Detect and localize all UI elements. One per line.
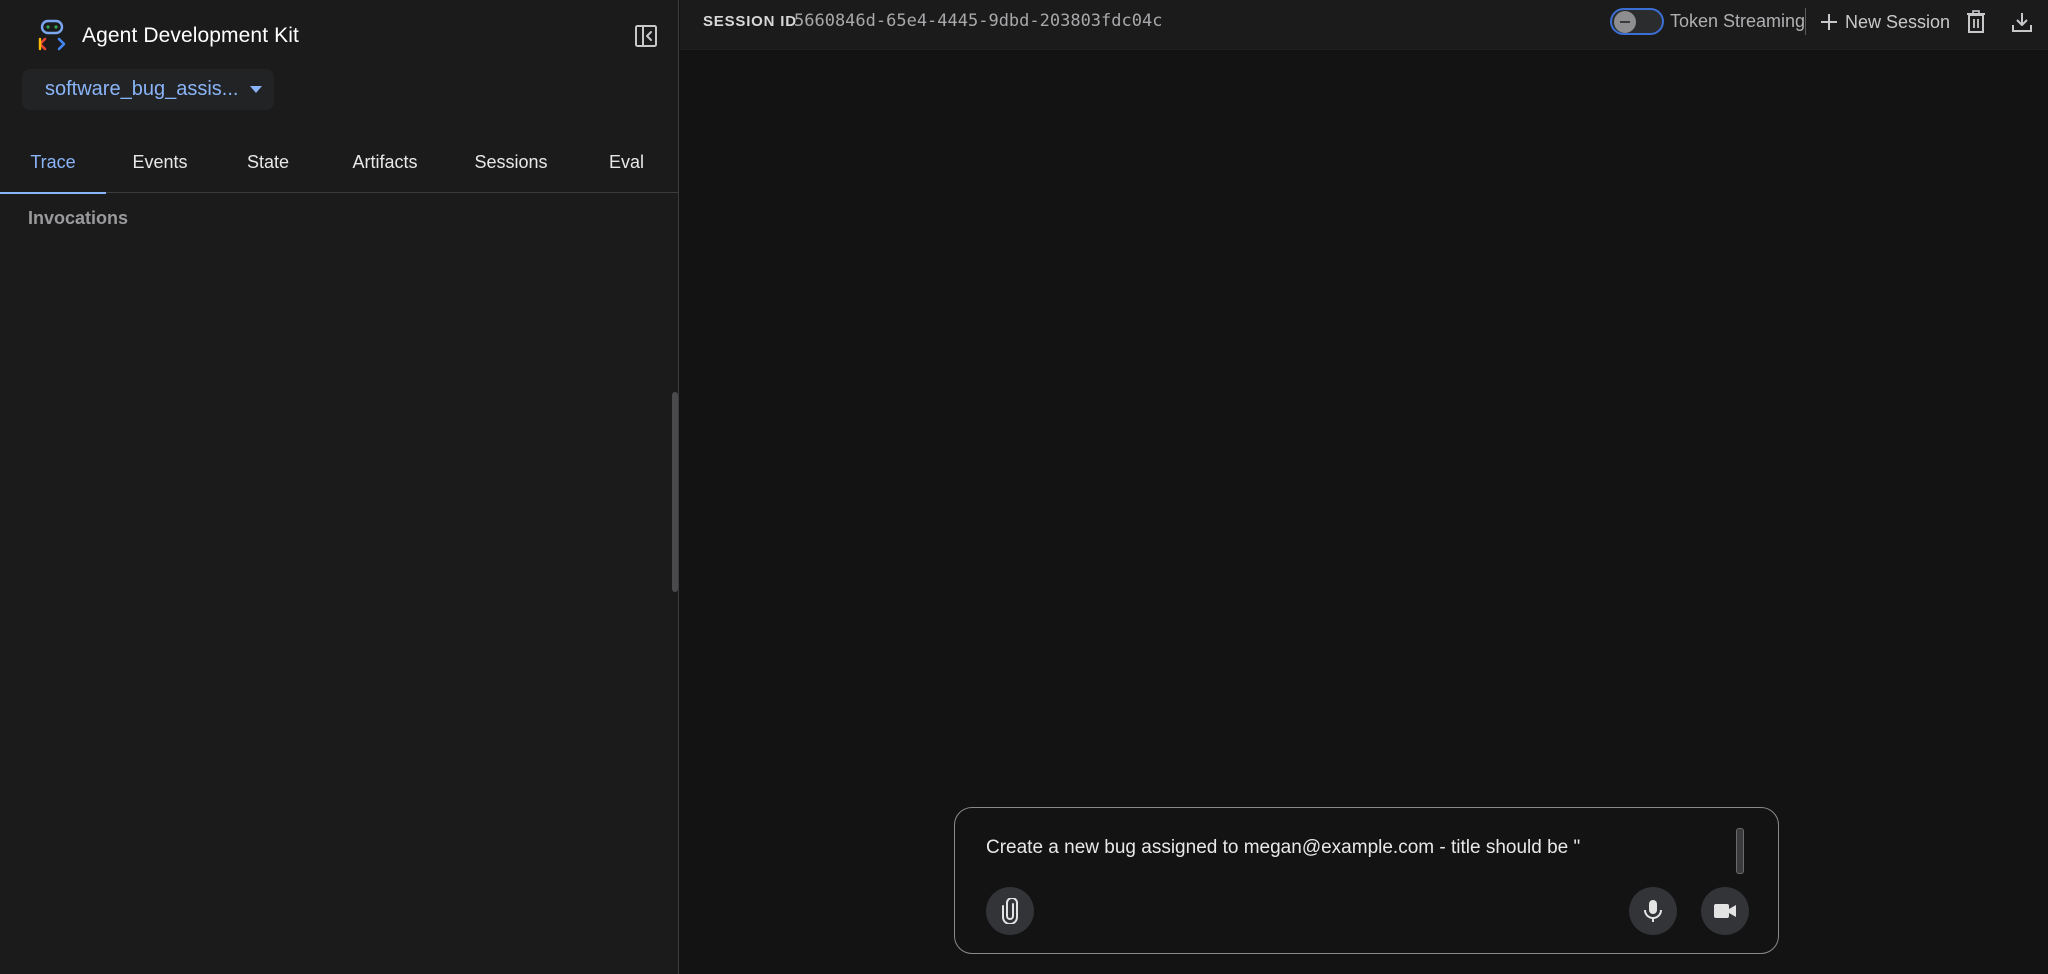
caret-down-icon [250,86,263,93]
main-panel: SESSION ID 5660846d-65e4-4445-9dbd-20380… [680,0,2048,974]
tab-sessions[interactable]: Sessions [448,131,574,193]
toggle-knob [1614,11,1636,33]
download-icon [2012,13,2032,32]
sidebar-collapse-icon [635,25,657,47]
toolbar-divider [1805,8,1806,35]
adk-logo-icon [38,19,66,51]
session-id-label: SESSION ID [703,13,797,30]
tab-trace[interactable]: Trace [0,131,106,194]
tab-eval[interactable]: Eval [574,131,679,193]
video-camera-icon [1714,904,1736,918]
microphone-icon [1644,900,1662,922]
composer-scrollbar[interactable] [1736,828,1744,874]
token-streaming-label: Token Streaming [1670,11,1806,31]
microphone-button[interactable] [1629,887,1677,935]
download-button[interactable] [2008,8,2036,36]
message-composer [954,807,1779,954]
new-session-label: New Session [1845,11,1951,32]
sidebar: Agent Development Kit software_bug_assis… [0,0,679,974]
invocations-heading: Invocations [28,208,129,228]
video-button[interactable] [1701,887,1749,935]
trash-icon [1967,10,1985,33]
sidebar-tabs: Trace Events State Artifacts Sessions Ev… [0,131,679,194]
new-session-button[interactable]: New Session [1819,9,1950,35]
attach-file-button[interactable] [986,887,1034,935]
plus-icon [1821,14,1837,30]
message-input[interactable] [986,830,1726,866]
app-title: Agent Development Kit [82,24,299,47]
brand: Agent Development Kit [36,18,299,54]
paperclip-icon [1002,898,1018,924]
session-id-value: 5660846d-65e4-4445-9dbd-203803fdc04c [794,11,1163,31]
app-selector[interactable]: software_bug_assis... [22,69,274,110]
tab-events[interactable]: Events [106,131,214,193]
tab-artifacts[interactable]: Artifacts [322,131,448,193]
session-toolbar: SESSION ID 5660846d-65e4-4445-9dbd-20380… [680,0,2048,50]
tab-state[interactable]: State [214,131,322,193]
collapse-sidebar-button[interactable] [631,21,661,51]
token-streaming-toggle[interactable] [1610,8,1664,35]
app-selector-value: software_bug_assis... [45,78,239,100]
sidebar-scrollbar[interactable] [672,392,678,592]
delete-session-button[interactable] [1962,8,1990,36]
